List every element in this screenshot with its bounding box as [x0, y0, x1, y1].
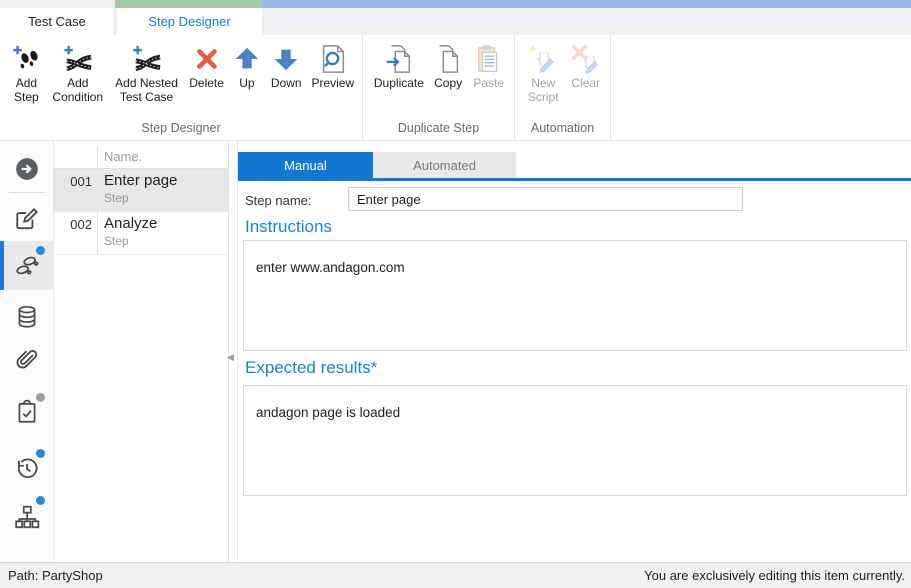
notification-dot-blue [36, 449, 45, 458]
paste-label: Paste [473, 77, 504, 91]
footprints-icon [14, 253, 40, 279]
up-button[interactable]: Up [229, 42, 265, 93]
sidebar-item-hierarchy[interactable] [0, 494, 54, 540]
step-row-001[interactable]: 001 Enter page Step [54, 169, 228, 212]
copy-button[interactable]: Copy [429, 42, 468, 93]
sidebar-item-history[interactable] [0, 446, 54, 492]
ribbon-group-step-designer: Add Step Add Condition Add Nested Test C… [0, 35, 362, 140]
notification-dot-gray [36, 393, 45, 402]
instructions-heading: Instructions [245, 217, 332, 237]
paste-button: Paste [467, 42, 510, 93]
duplicate-button[interactable]: Duplicate [369, 42, 429, 93]
active-tab-green-cap [115, 0, 262, 8]
sidebar-item-attachments[interactable] [0, 337, 54, 383]
step-list-panel: ... Name 001 Enter page Step 002 Analyze… [54, 141, 229, 562]
new-script-button: {} New Script [521, 42, 565, 107]
script-pencil-icon: {} [528, 44, 558, 74]
preview-label: Preview [311, 77, 354, 91]
instructions-textarea[interactable]: enter www.andagon.com [243, 240, 907, 351]
status-path: Path: PartyShop [8, 568, 103, 583]
ribbon-group-separator [610, 35, 611, 140]
navigate-circle-icon [14, 156, 40, 182]
splitter-collapse-arrow[interactable]: ◀ [227, 351, 235, 363]
red-x-icon [192, 44, 222, 74]
step-type: Step [104, 191, 129, 205]
tab-step-designer[interactable]: Step Designer [117, 8, 262, 35]
step-editor-panel: Manual Automated Step name: Instructions… [238, 141, 911, 562]
copy-label: Copy [434, 77, 462, 91]
add-condition-button[interactable]: Add Condition [47, 42, 109, 107]
active-tab-underline [238, 178, 911, 181]
titlebar-blue-strip [262, 0, 911, 8]
sidebar-item-review[interactable] [0, 389, 54, 435]
add-nested-test-case-label: Add Nested Test Case [112, 77, 182, 105]
window-tab-strip: Test Case Step Designer [0, 0, 911, 35]
sidebar-item-data[interactable] [0, 294, 54, 340]
script-clear-icon: {} [571, 44, 601, 74]
tab-test-case[interactable]: Test Case [0, 8, 115, 35]
ribbon-group-automation: {} New Script {} Clear Automation [514, 35, 610, 140]
ribbon-group-duplicate-step: Duplicate Copy Paste Duplicate Step [362, 35, 514, 140]
ribbon-toolbar: Add Step Add Condition Add Nested Test C… [0, 35, 911, 141]
sidebar-divider [9, 192, 45, 193]
arrow-up-icon [232, 44, 262, 74]
step-type: Step [104, 234, 129, 248]
sidebar-item-steps[interactable] [0, 241, 54, 290]
step-name: Enter page [104, 172, 177, 189]
expected-results-heading: Expected results* [245, 358, 377, 378]
add-nested-test-case-button[interactable]: Add Nested Test Case [109, 42, 185, 107]
document-arrow-icon [384, 44, 414, 74]
status-bar: Path: PartyShop You are exclusively edit… [0, 562, 911, 588]
railway-switch-plus-icon [63, 44, 93, 74]
ribbon-group-label-duplicate-step: Duplicate Step [363, 121, 514, 135]
history-icon [14, 456, 40, 482]
tab-manual[interactable]: Manual [238, 152, 373, 178]
down-button[interactable]: Down [265, 42, 308, 93]
add-condition-label: Add Condition [50, 77, 106, 105]
step-row-002[interactable]: 002 Analyze Step [54, 212, 228, 255]
up-label: Up [239, 77, 254, 91]
step-name: Analyze [104, 215, 157, 232]
paperclip-icon [14, 347, 40, 373]
sidebar-item-navigate[interactable] [0, 146, 54, 192]
step-name-input[interactable] [348, 187, 743, 211]
arrow-down-icon [271, 44, 301, 74]
ribbon-group-label-step-designer: Step Designer [0, 121, 362, 135]
preview-button[interactable]: Preview [308, 42, 358, 93]
notification-dot-blue [36, 246, 45, 255]
edit-icon [14, 206, 40, 232]
railway-switch-plus-icon [132, 44, 162, 74]
editor-tab-strip: Manual Automated [238, 152, 516, 178]
down-label: Down [271, 77, 302, 91]
status-edit-message: You are exclusively editing this item cu… [644, 568, 905, 583]
clear-button: {} Clear [565, 42, 606, 93]
document-magnifier-icon [318, 44, 348, 74]
footprints-plus-icon [11, 44, 41, 74]
step-list-header: ... Name [54, 146, 228, 169]
step-number: 002 [54, 217, 92, 232]
notification-dot-blue [36, 496, 45, 505]
delete-label: Delete [189, 77, 224, 91]
step-name-label: Step name: [245, 193, 312, 208]
sitemap-icon [14, 504, 40, 530]
ribbon-group-label-automation: Automation [515, 121, 610, 135]
sidebar-item-edit[interactable] [0, 196, 54, 242]
duplicate-label: Duplicate [374, 77, 424, 91]
step-number: 001 [54, 174, 92, 189]
tab-automated[interactable]: Automated [373, 152, 516, 178]
clipboard-icon [474, 44, 504, 74]
step-list-header-name: Name [104, 149, 139, 164]
delete-button[interactable]: Delete [184, 42, 229, 93]
expected-results-textarea[interactable]: andagon page is loaded [243, 385, 907, 496]
documents-icon [433, 44, 463, 74]
left-icon-sidebar [0, 141, 54, 562]
add-step-button[interactable]: Add Step [6, 42, 47, 107]
clipboard-check-icon [14, 399, 40, 425]
add-step-label: Add Step [9, 77, 44, 105]
database-icon [14, 304, 40, 330]
clear-label: Clear [571, 77, 600, 91]
new-script-label: New Script [524, 77, 562, 105]
